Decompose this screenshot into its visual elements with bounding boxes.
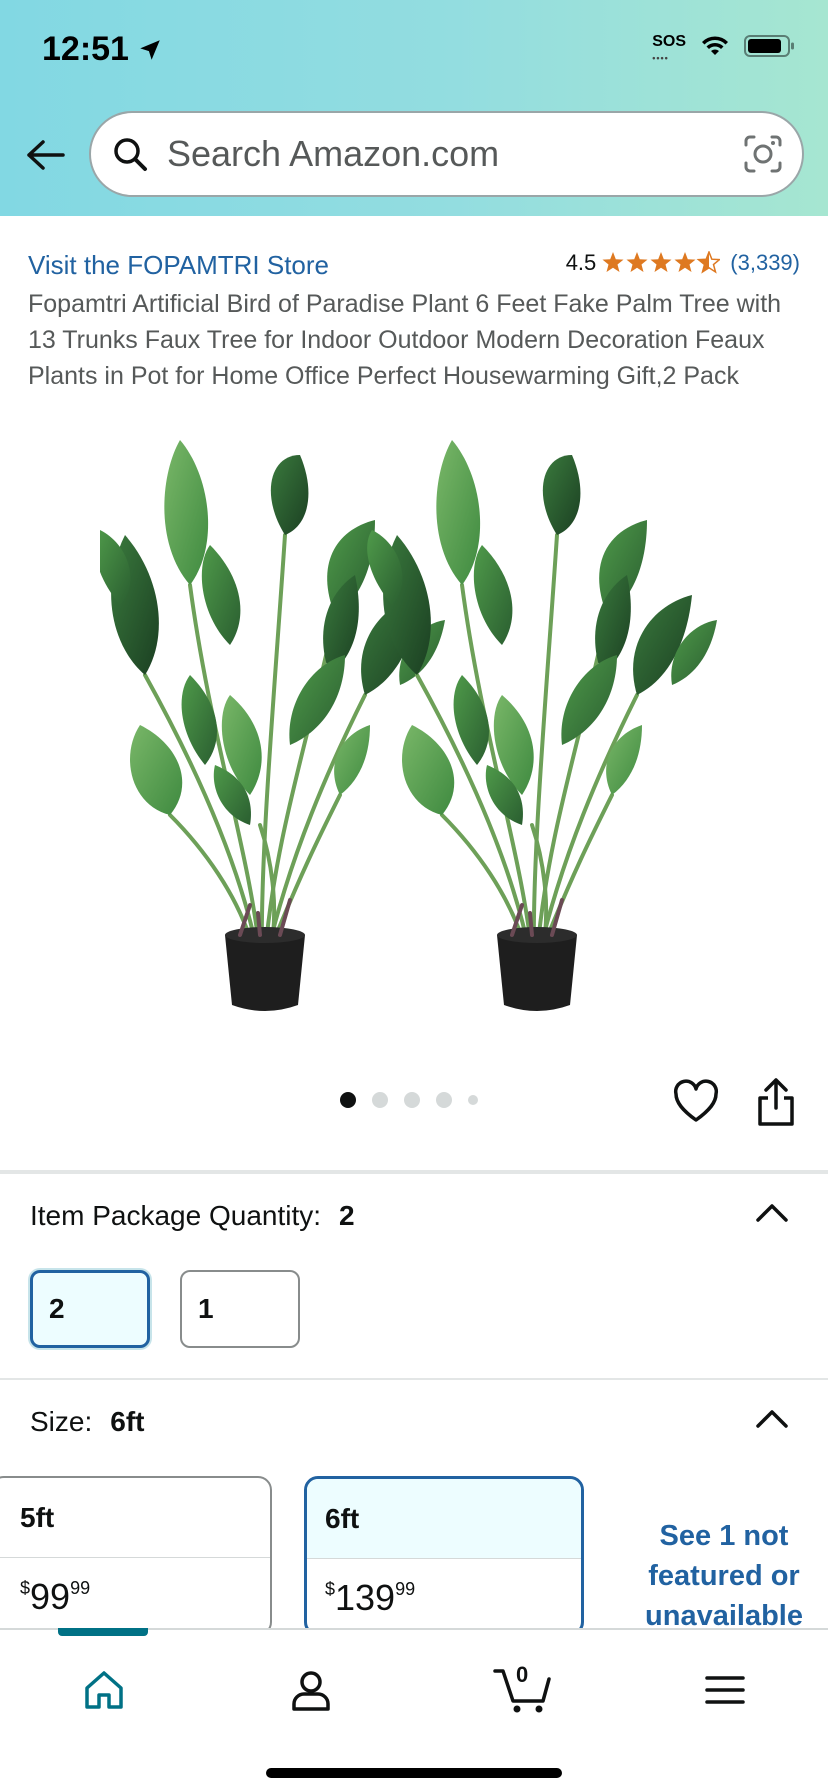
nav-account[interactable] — [281, 1660, 341, 1720]
back-button[interactable] — [20, 130, 70, 180]
share-button[interactable] — [754, 1076, 798, 1128]
home-indicator-bar — [266, 1768, 562, 1778]
heart-icon — [673, 1079, 719, 1122]
quantity-selected-value: 2 — [339, 1200, 355, 1231]
nav-menu[interactable] — [695, 1660, 755, 1720]
carousel-dot[interactable] — [468, 1095, 478, 1105]
nav-cart[interactable]: 0 — [488, 1660, 558, 1720]
quantity-option-1[interactable]: 1 — [180, 1270, 300, 1348]
back-arrow-icon — [27, 140, 65, 170]
rating-stars-icon — [602, 251, 721, 273]
size-section-label: Size: 6ft — [30, 1406, 145, 1437]
product-title: Fopamtri Artificial Bird of Paradise Pla… — [28, 290, 782, 390]
size-option-price: $139 99 — [325, 1577, 416, 1618]
quantity-section-label: Item Package Quantity: 2 — [30, 1200, 355, 1231]
search-input[interactable] — [167, 133, 742, 175]
bottom-navigation: 0 — [0, 1628, 828, 1792]
size-option-5ft[interactable]: 5ft $99 99 — [0, 1476, 272, 1636]
size-option-name: 5ft — [0, 1478, 270, 1558]
section-divider — [0, 1170, 828, 1174]
active-tab-indicator — [58, 1628, 148, 1636]
size-selected-value: 6ft — [110, 1406, 145, 1437]
see-unavailable-sizes-link[interactable]: See 1 not featured or unavailable — [620, 1516, 828, 1636]
status-time-text: 12:51 — [42, 30, 129, 68]
search-bar[interactable] — [89, 111, 804, 197]
hamburger-menu-icon — [705, 1676, 745, 1704]
carousel-dot[interactable] — [372, 1092, 388, 1108]
quantity-option-2[interactable]: 2 — [30, 1270, 150, 1348]
wifi-icon — [702, 36, 728, 55]
size-option-name: 6ft — [307, 1479, 581, 1559]
status-time: 12:51 — [42, 30, 163, 69]
carousel-dot[interactable] — [404, 1092, 420, 1108]
nav-home[interactable] — [74, 1660, 134, 1720]
home-icon — [85, 1671, 123, 1709]
image-carousel-dots[interactable] — [340, 1092, 478, 1108]
product-image[interactable] — [100, 420, 728, 1020]
cart-count-badge: 0 — [516, 1662, 529, 1687]
size-option-6ft[interactable]: 6ft $139 99 — [304, 1476, 584, 1636]
person-icon — [292, 1671, 330, 1711]
search-icon — [114, 138, 147, 171]
sos-indicator: SOS •••• — [652, 33, 686, 63]
location-arrow-icon — [140, 39, 160, 60]
rating-value: 4.5 — [565, 250, 597, 275]
share-icon — [758, 1078, 794, 1126]
status-icons: SOS •••• — [652, 33, 796, 63]
battery-icon — [744, 35, 794, 57]
collapse-quantity-icon[interactable] — [754, 1200, 790, 1224]
rating-summary[interactable]: 4.5 (3,339) — [566, 250, 800, 276]
collapse-size-icon[interactable] — [754, 1406, 790, 1430]
carousel-dot[interactable] — [436, 1092, 452, 1108]
rating-count[interactable]: (3,339) — [730, 250, 800, 276]
store-link[interactable]: Visit the FOPAMTRI Store — [28, 250, 329, 281]
section-divider — [0, 1378, 828, 1380]
camera-lens-icon[interactable] — [742, 133, 784, 175]
wishlist-button[interactable] — [672, 1078, 720, 1126]
size-option-price: $99 99 — [20, 1576, 91, 1617]
app-header: 12:51 SOS •••• — [0, 0, 828, 216]
carousel-dot[interactable] — [340, 1092, 356, 1108]
